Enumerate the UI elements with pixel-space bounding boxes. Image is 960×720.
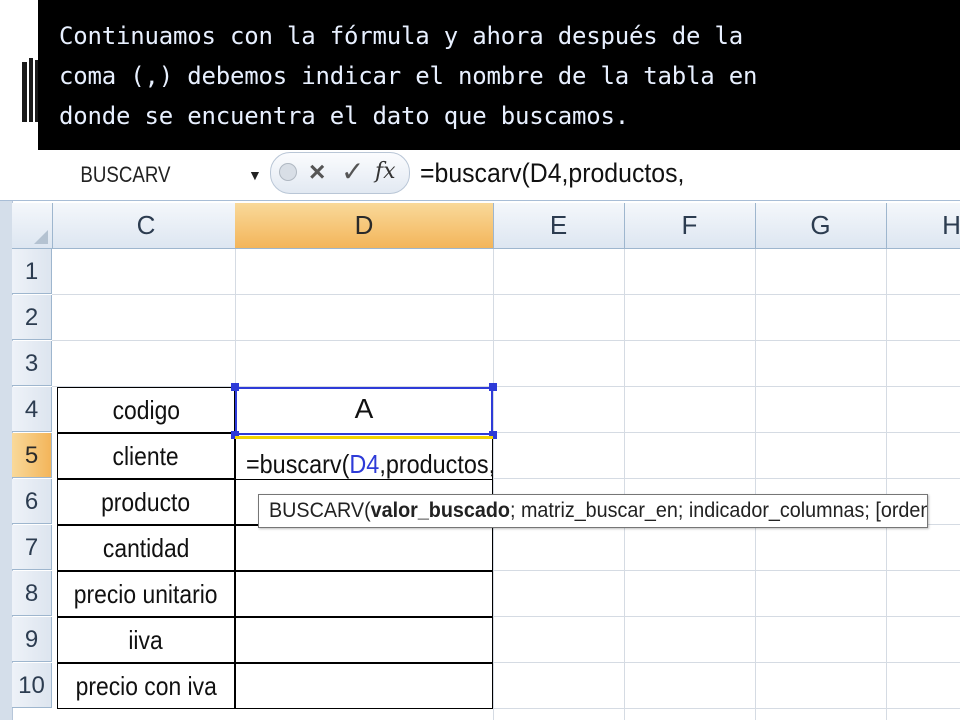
insert-function-icon[interactable]: fx (375, 157, 396, 187)
row-header-5[interactable]: 5 (12, 433, 52, 478)
cell-c10[interactable]: precio con iva (57, 663, 235, 709)
cell-text: cantidad (102, 533, 190, 563)
decorative-bar (22, 62, 27, 122)
cell-c8[interactable]: precio unitario (57, 571, 235, 617)
spreadsheet-area: BUSCARV ▼ × ✓ fx =buscarv(D4,productos, … (0, 150, 960, 720)
column-header-h[interactable]: H (886, 203, 960, 248)
gridline (52, 340, 960, 341)
gridline (235, 249, 236, 387)
row-header-2[interactable]: 2 (12, 295, 52, 340)
gridline (755, 249, 756, 720)
gridline (493, 662, 960, 663)
name-box[interactable]: BUSCARV (60, 158, 230, 192)
name-box-dropdown-icon[interactable]: ▼ (248, 162, 262, 188)
gridline (52, 294, 960, 295)
tooltip-content: BUSCARV(valor_buscado; matriz_buscar_en;… (269, 495, 927, 527)
cell-c5[interactable]: cliente (57, 433, 235, 479)
decorative-bar (29, 58, 33, 122)
row-header-3[interactable]: 3 (12, 341, 52, 386)
cell-edit-formula[interactable]: =buscarv(D4,productos, (246, 447, 495, 481)
gridline (928, 524, 960, 525)
cell-text: cliente (112, 441, 180, 471)
cell-text: iiva (128, 625, 164, 655)
gridline (493, 708, 960, 709)
formula-input[interactable]: =buscarv(D4,productos, (420, 156, 684, 190)
row-header-4[interactable]: 4 (12, 387, 52, 432)
cell-c6[interactable]: producto (57, 479, 235, 525)
formula-bar: BUSCARV ▼ × ✓ fx =buscarv(D4,productos, (0, 150, 960, 201)
tooltip-current-arg[interactable]: valor_buscado (371, 499, 510, 522)
row-header-6[interactable]: 6 (12, 479, 52, 524)
resize-handle-icon[interactable] (279, 163, 297, 181)
gridline (493, 249, 494, 720)
enter-check-icon[interactable]: ✓ (341, 155, 364, 189)
gridline (493, 478, 960, 479)
edit-suffix: ,productos, (379, 449, 496, 479)
cell-d8[interactable] (235, 571, 493, 617)
cell-text: precio unitario (74, 579, 218, 609)
select-all-icon (34, 230, 48, 244)
cell-d9[interactable] (235, 617, 493, 663)
edit-prefix: =buscarv( (246, 449, 350, 479)
cell-text: codigo (112, 395, 180, 425)
column-header-c[interactable]: C (57, 203, 236, 248)
gridline (493, 432, 960, 433)
row-header-8[interactable]: 8 (12, 571, 52, 616)
gridline (886, 249, 887, 720)
column-header-d[interactable]: D (235, 203, 494, 248)
select-all-corner[interactable] (12, 203, 53, 248)
cell-d7[interactable] (235, 525, 493, 571)
edit-reference: D4 (349, 449, 380, 479)
caption-box: Continuamos con la fórmula y ahora despu… (38, 0, 960, 150)
selection-handle[interactable] (231, 383, 239, 391)
row-header-10[interactable]: 10 (12, 663, 52, 708)
selection-handle[interactable] (489, 383, 497, 391)
cell-c9[interactable]: iiva (57, 617, 235, 663)
tooltip-rest: ; matriz_buscar_en; indicador_columnas; … (509, 499, 927, 522)
cancel-icon[interactable]: × (309, 155, 325, 189)
gridline (493, 616, 960, 617)
column-header-g[interactable]: G (755, 203, 887, 248)
gridline (624, 249, 625, 720)
cell-text: producto (101, 487, 191, 517)
cell-c4[interactable]: codigo (57, 387, 235, 433)
column-header-f[interactable]: F (624, 203, 756, 248)
cell-c7[interactable]: cantidad (57, 525, 235, 571)
caption-text: Continuamos con la fórmula y ahora despu… (59, 22, 758, 130)
cell-d10[interactable] (235, 663, 493, 709)
tooltip-function[interactable]: BUSCARV( (269, 499, 371, 522)
cell-d4-selected[interactable]: A (235, 387, 493, 435)
column-header-e[interactable]: E (493, 203, 625, 248)
column-header-row: C D E F G H (12, 203, 960, 249)
row-header-7[interactable]: 7 (12, 525, 52, 570)
row-header-9[interactable]: 9 (12, 617, 52, 662)
cell-text: precio con iva (75, 671, 217, 701)
row-header-1[interactable]: 1 (12, 249, 52, 294)
formula-buttons: × ✓ fx (270, 152, 410, 194)
function-tooltip: BUSCARV(valor_buscado; matriz_buscar_en;… (258, 494, 928, 528)
gridline (493, 570, 960, 571)
